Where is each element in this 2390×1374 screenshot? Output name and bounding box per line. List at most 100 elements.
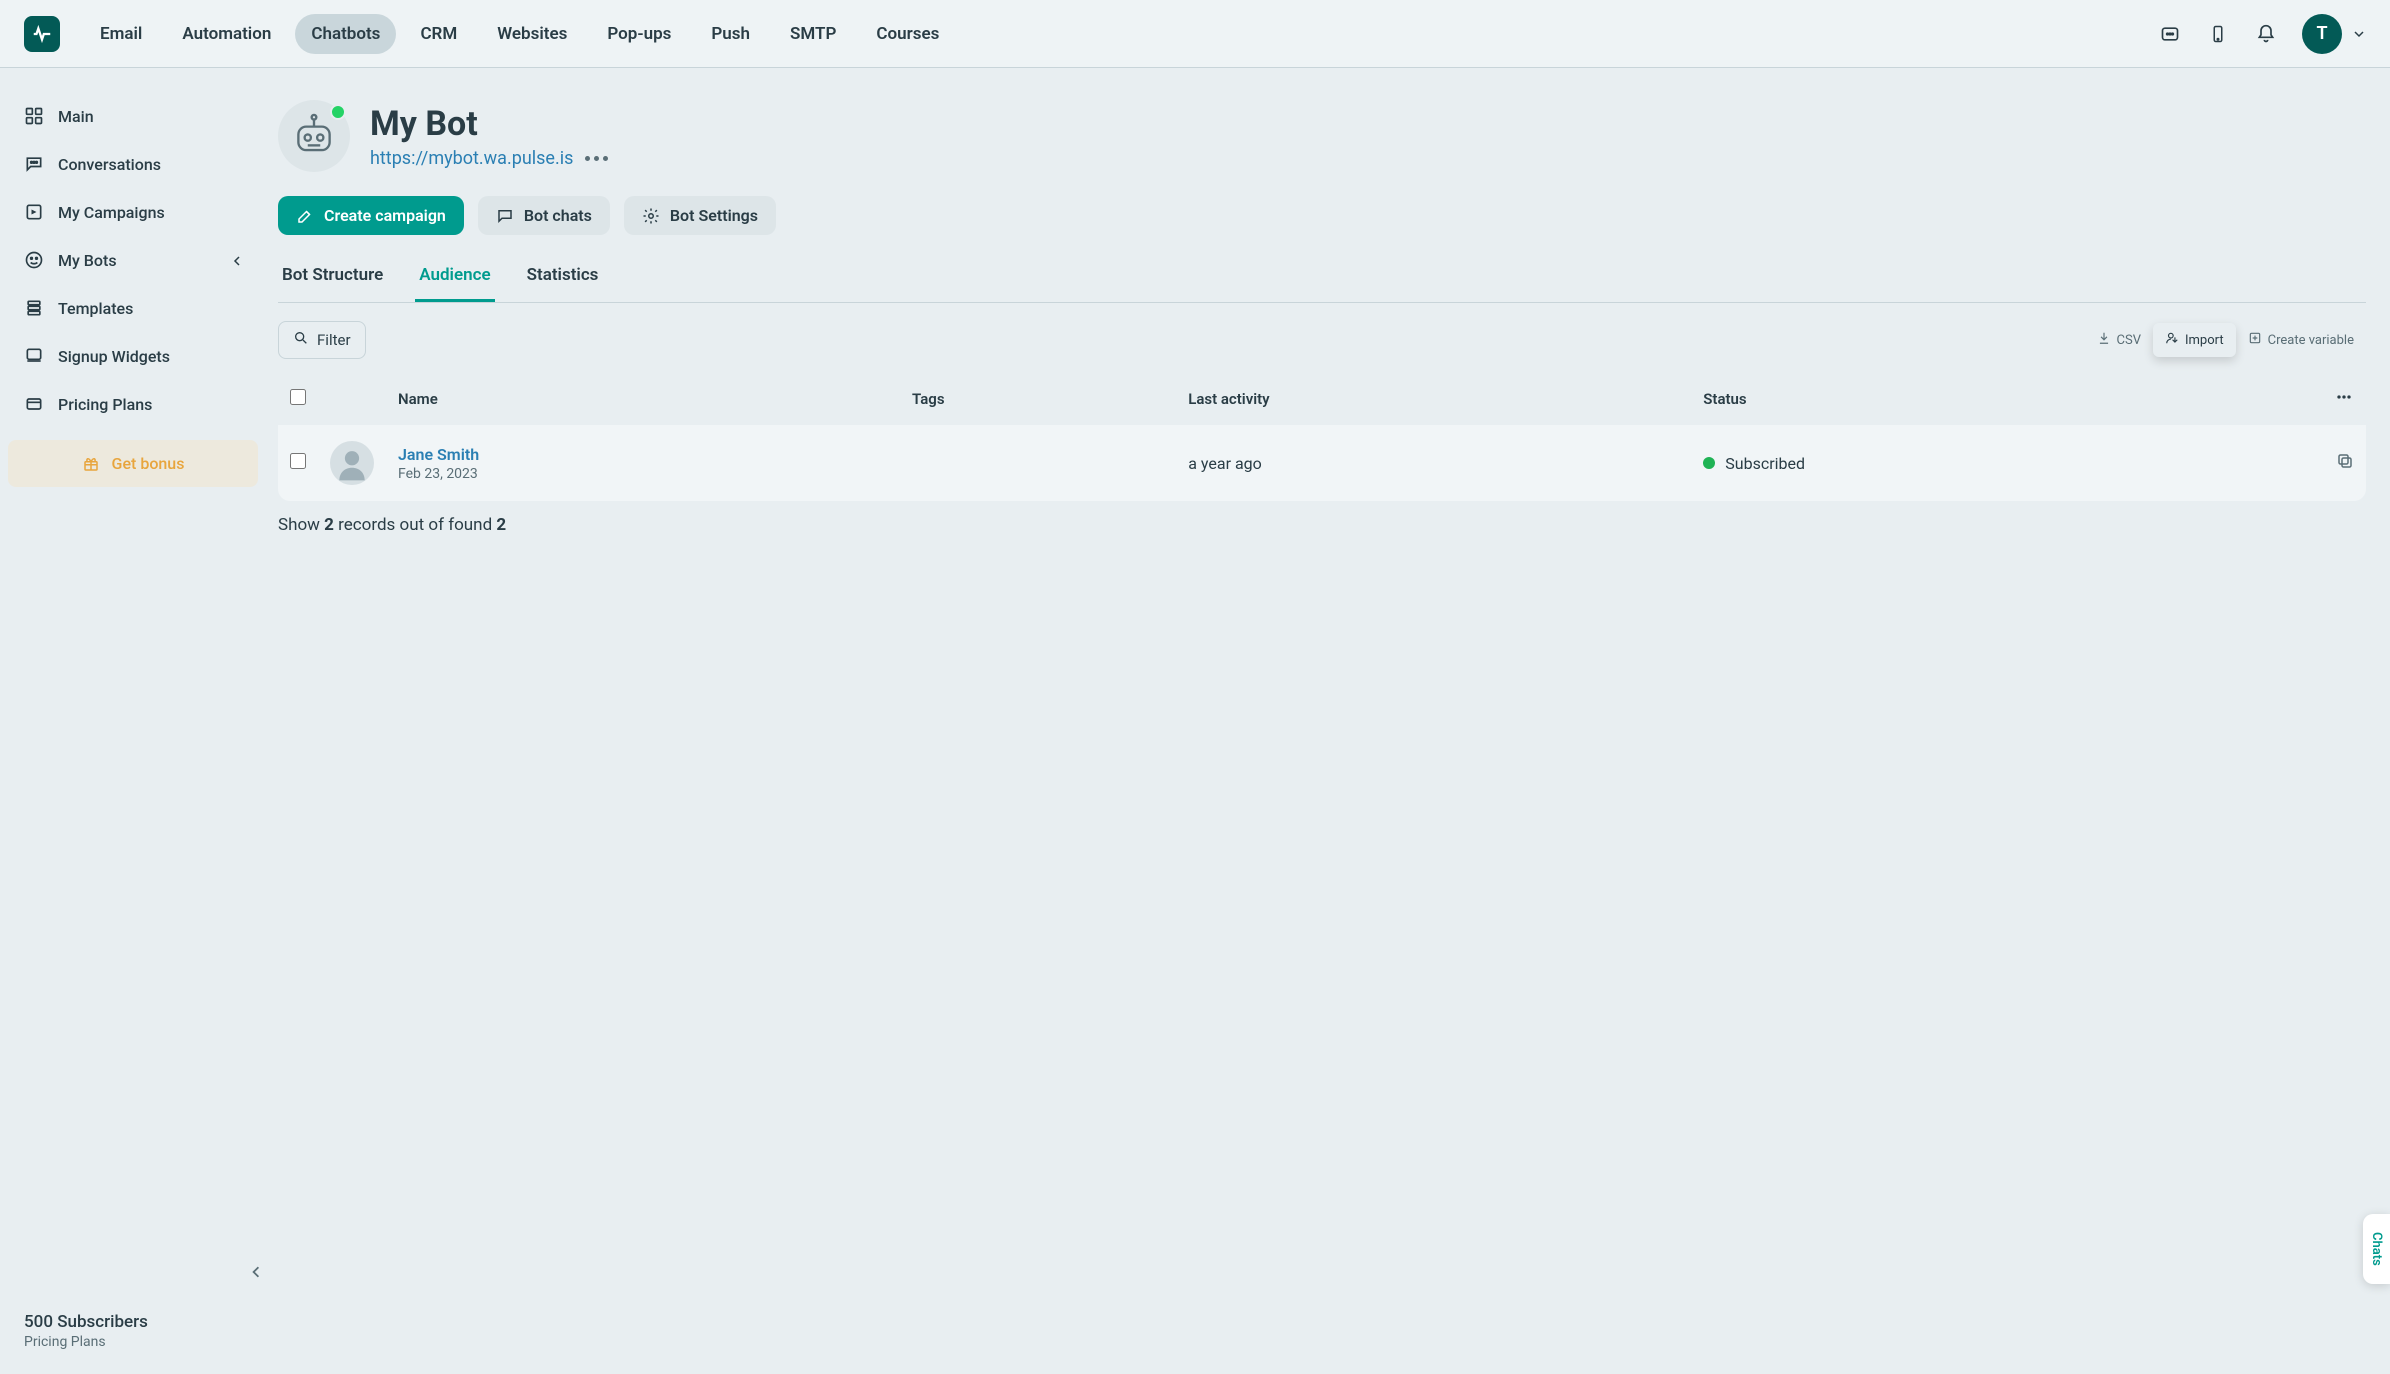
create-variable-label: Create variable [2268, 333, 2354, 348]
bot-header: My Bot https://mybot.wa.pulse.is [278, 68, 2366, 188]
table-row[interactable]: Jane Smith Feb 23, 2023 a year ago [278, 425, 2366, 501]
tabs: Bot Structure Audience Statistics [278, 251, 2366, 303]
button-label: Create campaign [324, 206, 446, 225]
bot-chats-button[interactable]: Bot chats [478, 196, 610, 235]
button-label: Bot chats [524, 206, 592, 225]
messages-icon[interactable] [2150, 14, 2190, 54]
sidebar-footer: 500 Subscribers Pricing Plans [8, 1312, 258, 1358]
tab-statistics[interactable]: Statistics [523, 251, 603, 302]
sidebar-label: Signup Widgets [58, 347, 170, 366]
sidebar-label: Pricing Plans [58, 395, 152, 414]
import-label: Import [2185, 333, 2224, 348]
csv-button[interactable]: CSV [2085, 323, 2153, 357]
filter-label: Filter [317, 331, 351, 349]
chevron-left-icon [232, 251, 242, 270]
bot-actions: Create campaign Bot chats Bot Settings [278, 196, 2366, 235]
sidebar-label: Conversations [58, 155, 161, 174]
topnav-item-push[interactable]: Push [695, 14, 766, 54]
topnav-item-chatbots[interactable]: Chatbots [295, 14, 396, 54]
topnav-item-automation[interactable]: Automation [166, 14, 287, 54]
csv-label: CSV [2117, 333, 2141, 348]
col-name: Name [386, 373, 900, 425]
topnav-item-courses[interactable]: Courses [860, 14, 955, 54]
col-last-activity: Last activity [1176, 373, 1691, 425]
sidebar-label: Templates [58, 299, 133, 318]
chat-icon [496, 207, 514, 225]
sidebar-item-templates[interactable]: Templates [8, 284, 258, 332]
grid-icon [24, 106, 44, 126]
topnav-item-popups[interactable]: Pop-ups [591, 14, 687, 54]
tab-audience[interactable]: Audience [415, 251, 494, 302]
bot-url-link[interactable]: https://mybot.wa.pulse.is [370, 148, 573, 169]
col-tags: Tags [900, 373, 1176, 425]
bot-settings-button[interactable]: Bot Settings [624, 196, 776, 235]
import-button[interactable]: Import [2153, 323, 2236, 357]
contact-last-activity: a year ago [1176, 425, 1691, 501]
sidebar-item-conversations[interactable]: Conversations [8, 140, 258, 188]
pulse-icon [31, 23, 53, 45]
pricing-plans-link[interactable]: Pricing Plans [24, 1334, 242, 1350]
plus-square-icon [2248, 331, 2262, 349]
create-campaign-button[interactable]: Create campaign [278, 196, 464, 235]
copy-button[interactable] [2336, 452, 2354, 470]
contact-name-link[interactable]: Jane Smith [398, 445, 479, 464]
person-icon [333, 444, 371, 482]
mobile-icon[interactable] [2198, 14, 2238, 54]
button-label: Bot Settings [670, 206, 758, 225]
sidebar-collapse-button[interactable] [244, 1260, 268, 1284]
sidebar-item-mybots[interactable]: My Bots [8, 236, 258, 284]
status-label: Subscribed [1725, 454, 1805, 473]
sidebar-label: Main [58, 107, 94, 126]
bot-avatar [278, 100, 350, 172]
bonus-label: Get bonus [112, 454, 185, 473]
more-columns-button[interactable] [2334, 387, 2354, 407]
chats-side-tab[interactable]: Chats [2363, 1214, 2390, 1284]
stack-icon [24, 298, 44, 318]
sidebar: Main Conversations My Campaigns My Bots … [0, 68, 266, 1374]
sidebar-item-signup-widgets[interactable]: Signup Widgets [8, 332, 258, 380]
get-bonus-button[interactable]: Get bonus [8, 440, 258, 487]
col-status: Status [1691, 373, 2306, 425]
user-avatar[interactable]: T [2302, 14, 2342, 54]
sidebar-item-main[interactable]: Main [8, 92, 258, 140]
send-icon [24, 202, 44, 222]
tab-bot-structure[interactable]: Bot Structure [278, 251, 387, 302]
face-icon [24, 250, 44, 270]
select-all-checkbox[interactable] [290, 389, 306, 405]
more-menu-button[interactable] [585, 156, 608, 161]
sidebar-label: My Campaigns [58, 203, 165, 222]
bell-icon[interactable] [2246, 14, 2286, 54]
compose-icon [296, 207, 314, 225]
robot-icon [289, 111, 339, 161]
list-toolbar: Filter CSV Import Create variable [278, 321, 2366, 359]
subscriber-count: 500 Subscribers [24, 1312, 242, 1332]
user-import-icon [2165, 331, 2179, 349]
bot-title: My Bot [370, 104, 608, 144]
price-icon [24, 394, 44, 414]
widget-icon [24, 346, 44, 366]
records-count: Show 2 records out of found 2 [278, 515, 2366, 535]
chevron-down-icon[interactable] [2354, 24, 2366, 43]
create-variable-button[interactable]: Create variable [2236, 323, 2366, 357]
whatsapp-badge-icon [330, 104, 346, 120]
contact-tags [900, 425, 1176, 501]
gift-icon [82, 455, 102, 473]
sidebar-item-campaigns[interactable]: My Campaigns [8, 188, 258, 236]
topnav-item-email[interactable]: Email [84, 14, 158, 54]
contact-date: Feb 23, 2023 [398, 466, 479, 482]
audience-table: Name Tags Last activity Status [278, 373, 2366, 501]
topnav-item-websites[interactable]: Websites [481, 14, 583, 54]
status-dot-icon [1703, 457, 1715, 469]
chat-icon [24, 154, 44, 174]
download-icon [2097, 331, 2111, 349]
top-nav: Email Automation Chatbots CRM Websites P… [0, 0, 2390, 68]
sidebar-item-pricing[interactable]: Pricing Plans [8, 380, 258, 428]
logo[interactable] [24, 16, 60, 52]
sidebar-label: My Bots [58, 251, 117, 270]
row-checkbox[interactable] [290, 453, 306, 469]
settings-icon [642, 207, 660, 225]
filter-button[interactable]: Filter [278, 321, 366, 359]
topnav-item-smtp[interactable]: SMTP [774, 14, 852, 54]
search-icon [293, 330, 309, 350]
topnav-item-crm[interactable]: CRM [404, 14, 473, 54]
